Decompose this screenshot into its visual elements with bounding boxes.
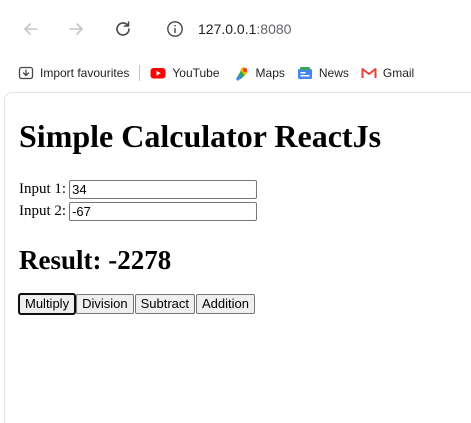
- url-host: 127.0.0.1: [198, 21, 257, 37]
- address-bar[interactable]: 127.0.0.1:8080: [150, 12, 471, 46]
- bookmark-youtube[interactable]: YouTube: [150, 65, 220, 81]
- input1-label: Input 1:: [19, 180, 67, 197]
- input1-field[interactable]: [69, 179, 258, 199]
- inputs-group: Input 1: Input 2:: [19, 178, 459, 222]
- bookmark-news[interactable]: News: [297, 65, 349, 81]
- bookmark-label: Gmail: [382, 66, 415, 80]
- back-arrow-icon: [24, 23, 38, 35]
- calculator-app: Simple Calculator ReactJs Input 1: Input…: [17, 118, 459, 315]
- input1-row: Input 1:: [19, 178, 459, 200]
- forward-button[interactable]: [63, 16, 89, 42]
- reload-icon: [116, 21, 130, 36]
- site-info-icon[interactable]: [166, 20, 184, 38]
- bookmark-gmail[interactable]: Gmail: [361, 65, 414, 81]
- bookmark-maps[interactable]: Maps: [234, 65, 285, 81]
- maps-icon: [235, 67, 248, 81]
- browser-chrome: 127.0.0.1:8080 Import favourites YouTube: [0, 0, 471, 92]
- bookmark-label: News: [318, 66, 349, 80]
- bookmark-import-favourites[interactable]: Import favourites: [18, 65, 129, 81]
- division-button[interactable]: Division: [76, 294, 134, 314]
- bookmark-label: Maps: [255, 66, 285, 80]
- news-icon: [297, 67, 312, 79]
- addition-button[interactable]: Addition: [196, 294, 255, 314]
- back-button[interactable]: [18, 16, 44, 42]
- page-title: Simple Calculator ReactJs: [19, 118, 382, 154]
- url-port: :8080: [256, 21, 292, 37]
- bookmark-label: YouTube: [172, 66, 220, 80]
- input2-field[interactable]: [69, 201, 258, 221]
- youtube-icon: [150, 68, 166, 79]
- gmail-icon: [361, 68, 377, 78]
- input2-label: Input 2:: [19, 202, 67, 219]
- multiply-button[interactable]: Multiply: [17, 293, 77, 315]
- bookmarks-bar: Import favourites YouTube Maps News Gmai…: [0, 58, 471, 88]
- result-display: Result: -2278: [19, 245, 172, 275]
- subtract-button[interactable]: Subtract: [134, 294, 196, 314]
- navigation-bar: 127.0.0.1:8080: [0, 0, 471, 58]
- input2-row: Input 2:: [19, 200, 459, 222]
- forward-arrow-icon: [69, 23, 83, 35]
- import-icon: [18, 66, 34, 80]
- bookmark-label: Import favourites: [40, 66, 130, 80]
- url-text[interactable]: 127.0.0.1:8080: [198, 21, 291, 37]
- reload-button[interactable]: [110, 16, 136, 42]
- operation-buttons: Multiply Division Subtract Addition: [17, 293, 459, 315]
- bookmarks-divider: [139, 65, 141, 81]
